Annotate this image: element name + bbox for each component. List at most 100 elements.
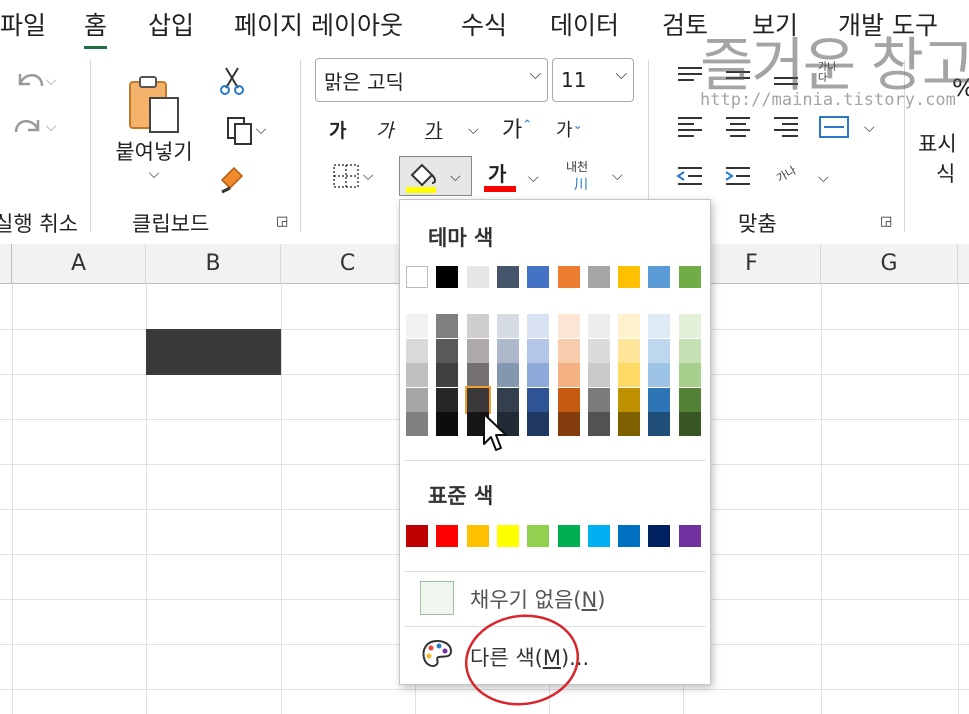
borders-button[interactable]: ⌵	[318, 158, 384, 194]
tab-file[interactable]: 파일	[0, 6, 46, 42]
font-size-select[interactable]: 11 ⌵	[552, 58, 634, 102]
font-color-button[interactable]: 가	[484, 158, 518, 194]
theme-shade-swatch[interactable]	[557, 314, 580, 338]
theme-shade-swatch[interactable]	[618, 338, 641, 363]
italic-button[interactable]: 가	[376, 116, 393, 143]
theme-shade-swatch[interactable]	[648, 314, 671, 338]
standard-color-swatch[interactable]	[496, 525, 519, 547]
theme-shade-swatch[interactable]	[436, 338, 459, 363]
theme-shade-swatch[interactable]	[436, 314, 459, 338]
theme-shade-swatch[interactable]	[496, 387, 519, 412]
theme-shade-swatch[interactable]	[466, 363, 489, 387]
column-header-h[interactable]	[958, 244, 969, 284]
theme-shade-swatch[interactable]	[406, 387, 428, 412]
standard-color-swatch[interactable]	[436, 525, 459, 547]
theme-shade-swatch[interactable]	[527, 314, 550, 338]
align-center-icon[interactable]	[724, 114, 752, 138]
theme-shade-swatch[interactable]	[648, 338, 671, 363]
standard-color-swatch[interactable]	[557, 525, 580, 547]
theme-color-swatch[interactable]	[527, 266, 550, 288]
theme-shade-swatch[interactable]	[527, 387, 550, 412]
theme-color-swatch[interactable]	[648, 266, 671, 288]
underline-button[interactable]: 가	[425, 116, 442, 143]
theme-shade-swatch[interactable]	[587, 412, 610, 436]
tab-page-layout[interactable]: 페이지 레이아웃	[234, 6, 403, 42]
theme-shade-swatch-selected[interactable]	[464, 385, 491, 414]
column-header-a[interactable]: A	[12, 244, 146, 284]
theme-shade-swatch[interactable]	[436, 387, 459, 412]
merge-center-icon[interactable]	[818, 114, 850, 140]
theme-shade-swatch[interactable]	[557, 338, 580, 363]
theme-shade-swatch[interactable]	[466, 338, 489, 363]
dialog-launcher-icon[interactable]: ◲	[276, 214, 288, 229]
standard-color-swatch[interactable]	[587, 525, 610, 547]
theme-shade-swatch[interactable]	[436, 363, 459, 387]
theme-color-swatch[interactable]	[587, 266, 610, 288]
chevron-down-icon[interactable]: ⌵	[818, 170, 829, 186]
theme-color-swatch[interactable]	[436, 266, 459, 288]
theme-shade-swatch[interactable]	[527, 412, 550, 436]
select-all-corner[interactable]	[0, 244, 12, 284]
standard-color-swatch[interactable]	[406, 525, 428, 547]
theme-shade-swatch[interactable]	[587, 314, 610, 338]
theme-shade-swatch[interactable]	[527, 363, 550, 387]
theme-color-swatch[interactable]	[557, 266, 580, 288]
grow-font-button[interactable]: 가⌃	[502, 112, 532, 144]
theme-shade-swatch[interactable]	[496, 314, 519, 338]
column-header-c[interactable]: C	[281, 244, 415, 284]
align-left-icon[interactable]	[676, 114, 704, 138]
align-right-icon[interactable]	[772, 114, 800, 138]
orientation-button[interactable]: 가나	[773, 162, 799, 186]
theme-shade-swatch[interactable]	[648, 363, 671, 387]
theme-shade-swatch[interactable]	[678, 338, 701, 363]
chevron-down-icon[interactable]: ⌵	[864, 120, 875, 136]
column-header-b[interactable]: B	[146, 244, 281, 284]
font-name-select[interactable]: 맑은 고딕 ⌵	[315, 58, 548, 102]
theme-shade-swatch[interactable]	[678, 363, 701, 387]
theme-shade-swatch[interactable]	[648, 387, 671, 412]
copy-button[interactable]: ⌵	[212, 112, 278, 148]
phonetic-button[interactable]: 내천 川 ⌵	[564, 158, 630, 194]
theme-shade-swatch[interactable]	[406, 338, 428, 363]
theme-shade-swatch[interactable]	[496, 363, 519, 387]
tab-data[interactable]: 데이터	[550, 6, 619, 42]
number-format-label[interactable]: 표시	[918, 128, 957, 158]
theme-shade-swatch[interactable]	[557, 387, 580, 412]
standard-color-swatch[interactable]	[678, 525, 701, 547]
theme-shade-swatch[interactable]	[527, 338, 550, 363]
theme-shade-swatch[interactable]	[678, 314, 701, 338]
cut-button[interactable]	[212, 62, 252, 98]
theme-shade-swatch[interactable]	[557, 412, 580, 436]
format-painter-button[interactable]	[212, 160, 252, 196]
theme-shade-swatch[interactable]	[587, 338, 610, 363]
tab-insert[interactable]: 삽입	[148, 6, 194, 42]
decrease-indent-icon[interactable]	[676, 164, 704, 188]
theme-shade-swatch[interactable]	[678, 387, 701, 412]
theme-shade-swatch[interactable]	[618, 363, 641, 387]
theme-shade-swatch[interactable]	[618, 412, 641, 436]
undo-button[interactable]: ⌵	[4, 64, 64, 98]
shrink-font-button[interactable]: 가⌄	[556, 116, 583, 142]
theme-shade-swatch[interactable]	[618, 387, 641, 412]
bold-button[interactable]: 가	[329, 116, 346, 143]
standard-color-swatch[interactable]	[648, 525, 671, 547]
theme-color-swatch[interactable]	[678, 266, 701, 288]
theme-shade-swatch[interactable]	[406, 363, 428, 387]
theme-shade-swatch[interactable]	[557, 363, 580, 387]
theme-shade-swatch[interactable]	[466, 314, 489, 338]
theme-shade-swatch[interactable]	[618, 314, 641, 338]
paste-button[interactable]: 붙여넣기 ⌵	[104, 62, 204, 192]
tab-formulas[interactable]: 수식	[461, 6, 507, 42]
filled-cell-b2[interactable]	[146, 329, 281, 375]
standard-color-swatch[interactable]	[618, 525, 641, 547]
theme-shade-swatch[interactable]	[587, 363, 610, 387]
theme-shade-swatch[interactable]	[406, 314, 428, 338]
theme-color-swatch[interactable]	[618, 266, 641, 288]
tab-home[interactable]: 홈	[84, 6, 108, 49]
theme-shade-swatch[interactable]	[587, 387, 610, 412]
theme-shade-swatch[interactable]	[496, 338, 519, 363]
theme-shade-swatch[interactable]	[678, 412, 701, 436]
chevron-down-icon[interactable]: ⌵	[528, 170, 539, 186]
column-header-g[interactable]: G	[821, 244, 958, 284]
standard-color-swatch[interactable]	[527, 525, 550, 547]
